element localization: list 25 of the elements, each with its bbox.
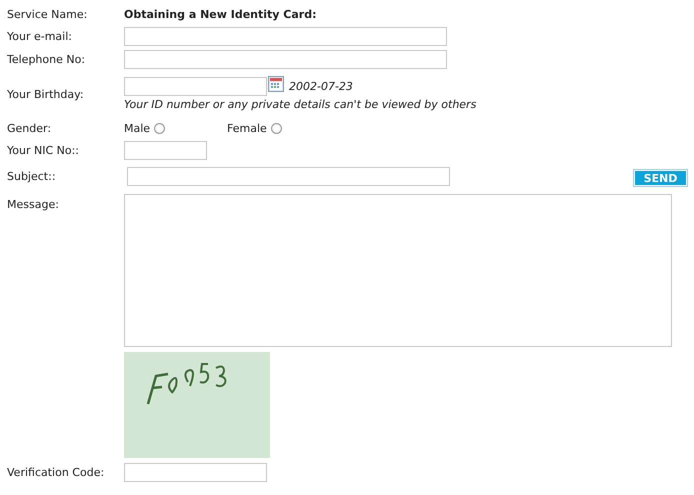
field-label: Your Birthday: (7, 88, 85, 100)
option-label: Female (227, 122, 267, 134)
date-field[interactable] (124, 77, 267, 96)
field-label: Subject:: (7, 170, 57, 183)
option-label: Male (124, 122, 150, 134)
input-field[interactable] (124, 27, 447, 46)
field-label: Your NIC No:: (7, 144, 80, 157)
field-label: Service Name: (7, 8, 88, 20)
send-button[interactable]: SEND (634, 170, 687, 186)
radio-button[interactable] (154, 122, 166, 134)
date-value: 2002-07-23 (289, 80, 353, 93)
calendar-icon[interactable] (268, 76, 284, 92)
field-label: Gender: (7, 122, 52, 134)
service-name: Obtaining a New Identity Card: (124, 8, 316, 20)
field-label: Telephone No: (7, 53, 86, 66)
field-label: Your e-mail: (7, 30, 73, 43)
input-field[interactable] (124, 50, 447, 69)
input-field[interactable] (127, 167, 450, 186)
radio-button[interactable] (270, 122, 282, 134)
input-field[interactable] (124, 463, 267, 482)
privacy-note: Your ID number or any private details can't be viewed by others (124, 98, 476, 111)
field-label: Verification Code: (7, 466, 106, 479)
message-field[interactable] (124, 194, 672, 347)
input-field[interactable] (124, 141, 207, 160)
field-label: Message: (7, 197, 60, 211)
